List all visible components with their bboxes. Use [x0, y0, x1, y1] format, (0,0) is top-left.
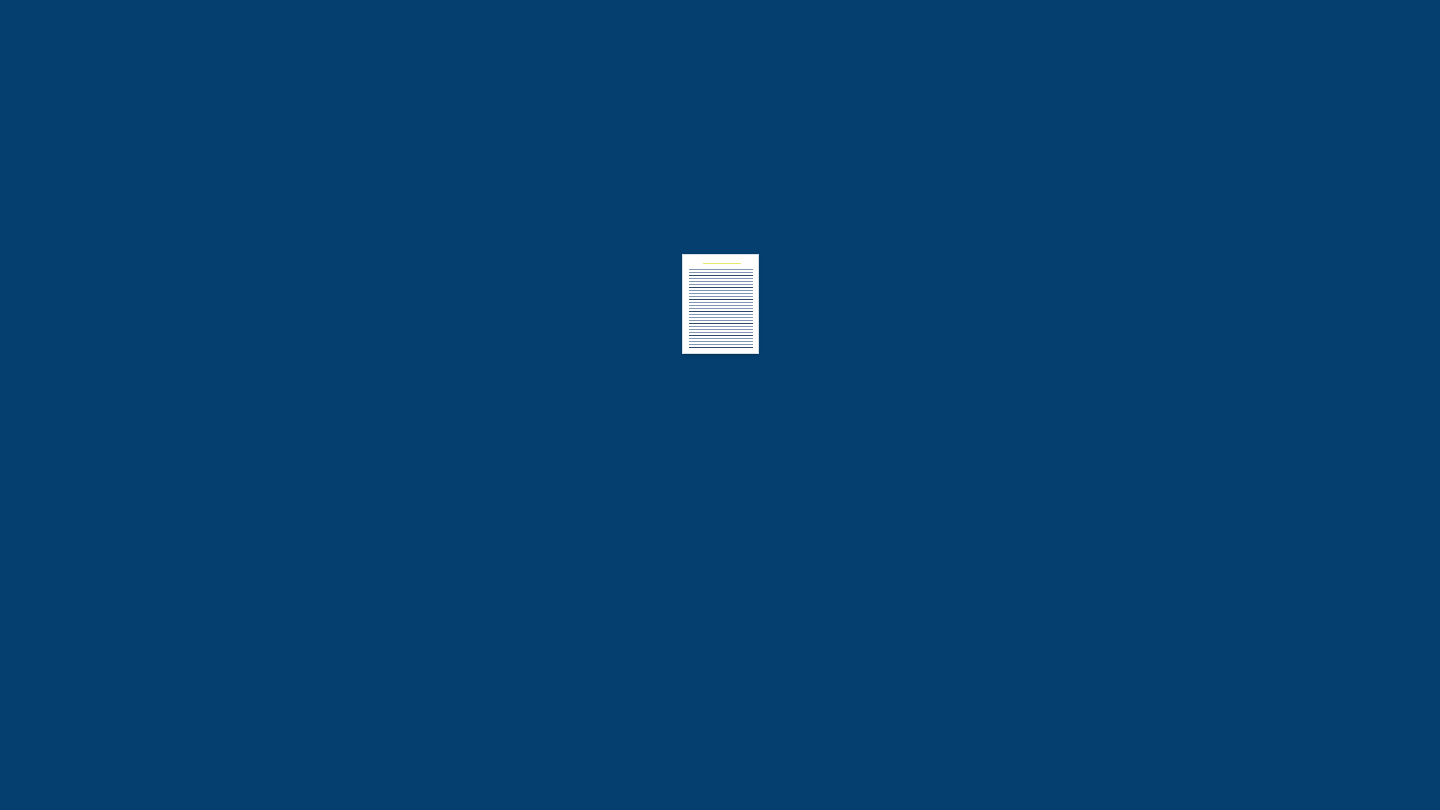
document-text-line	[689, 326, 753, 327]
document-text-line	[689, 284, 753, 285]
document-text-line	[689, 287, 753, 288]
document-text-line	[689, 338, 753, 339]
document-text-line	[689, 281, 753, 282]
document-text-line	[689, 278, 753, 279]
document-text-line	[689, 296, 753, 297]
document-preview-icon[interactable]	[682, 254, 759, 354]
document-text-line	[689, 335, 753, 336]
document-title-highlight	[703, 263, 741, 264]
document-text-line	[689, 347, 753, 348]
document-text-line	[689, 275, 753, 276]
document-text-line	[689, 293, 753, 294]
document-text-line	[689, 299, 753, 300]
document-text-line	[689, 317, 753, 318]
document-text-line	[689, 269, 753, 270]
document-text-line	[689, 305, 753, 306]
document-text-line	[689, 290, 753, 291]
document-text-line	[689, 320, 753, 321]
document-text-line	[689, 302, 753, 303]
document-text-line	[689, 311, 753, 312]
document-text-line	[689, 308, 753, 309]
document-text-line	[689, 314, 753, 315]
document-text-line	[689, 323, 753, 324]
document-text-line	[689, 332, 753, 333]
document-text-line	[689, 344, 753, 345]
document-text-line	[689, 272, 753, 273]
desktop-background	[0, 0, 1440, 810]
document-text-line	[689, 329, 753, 330]
document-text-lines	[689, 269, 753, 349]
document-text-line	[689, 341, 753, 342]
